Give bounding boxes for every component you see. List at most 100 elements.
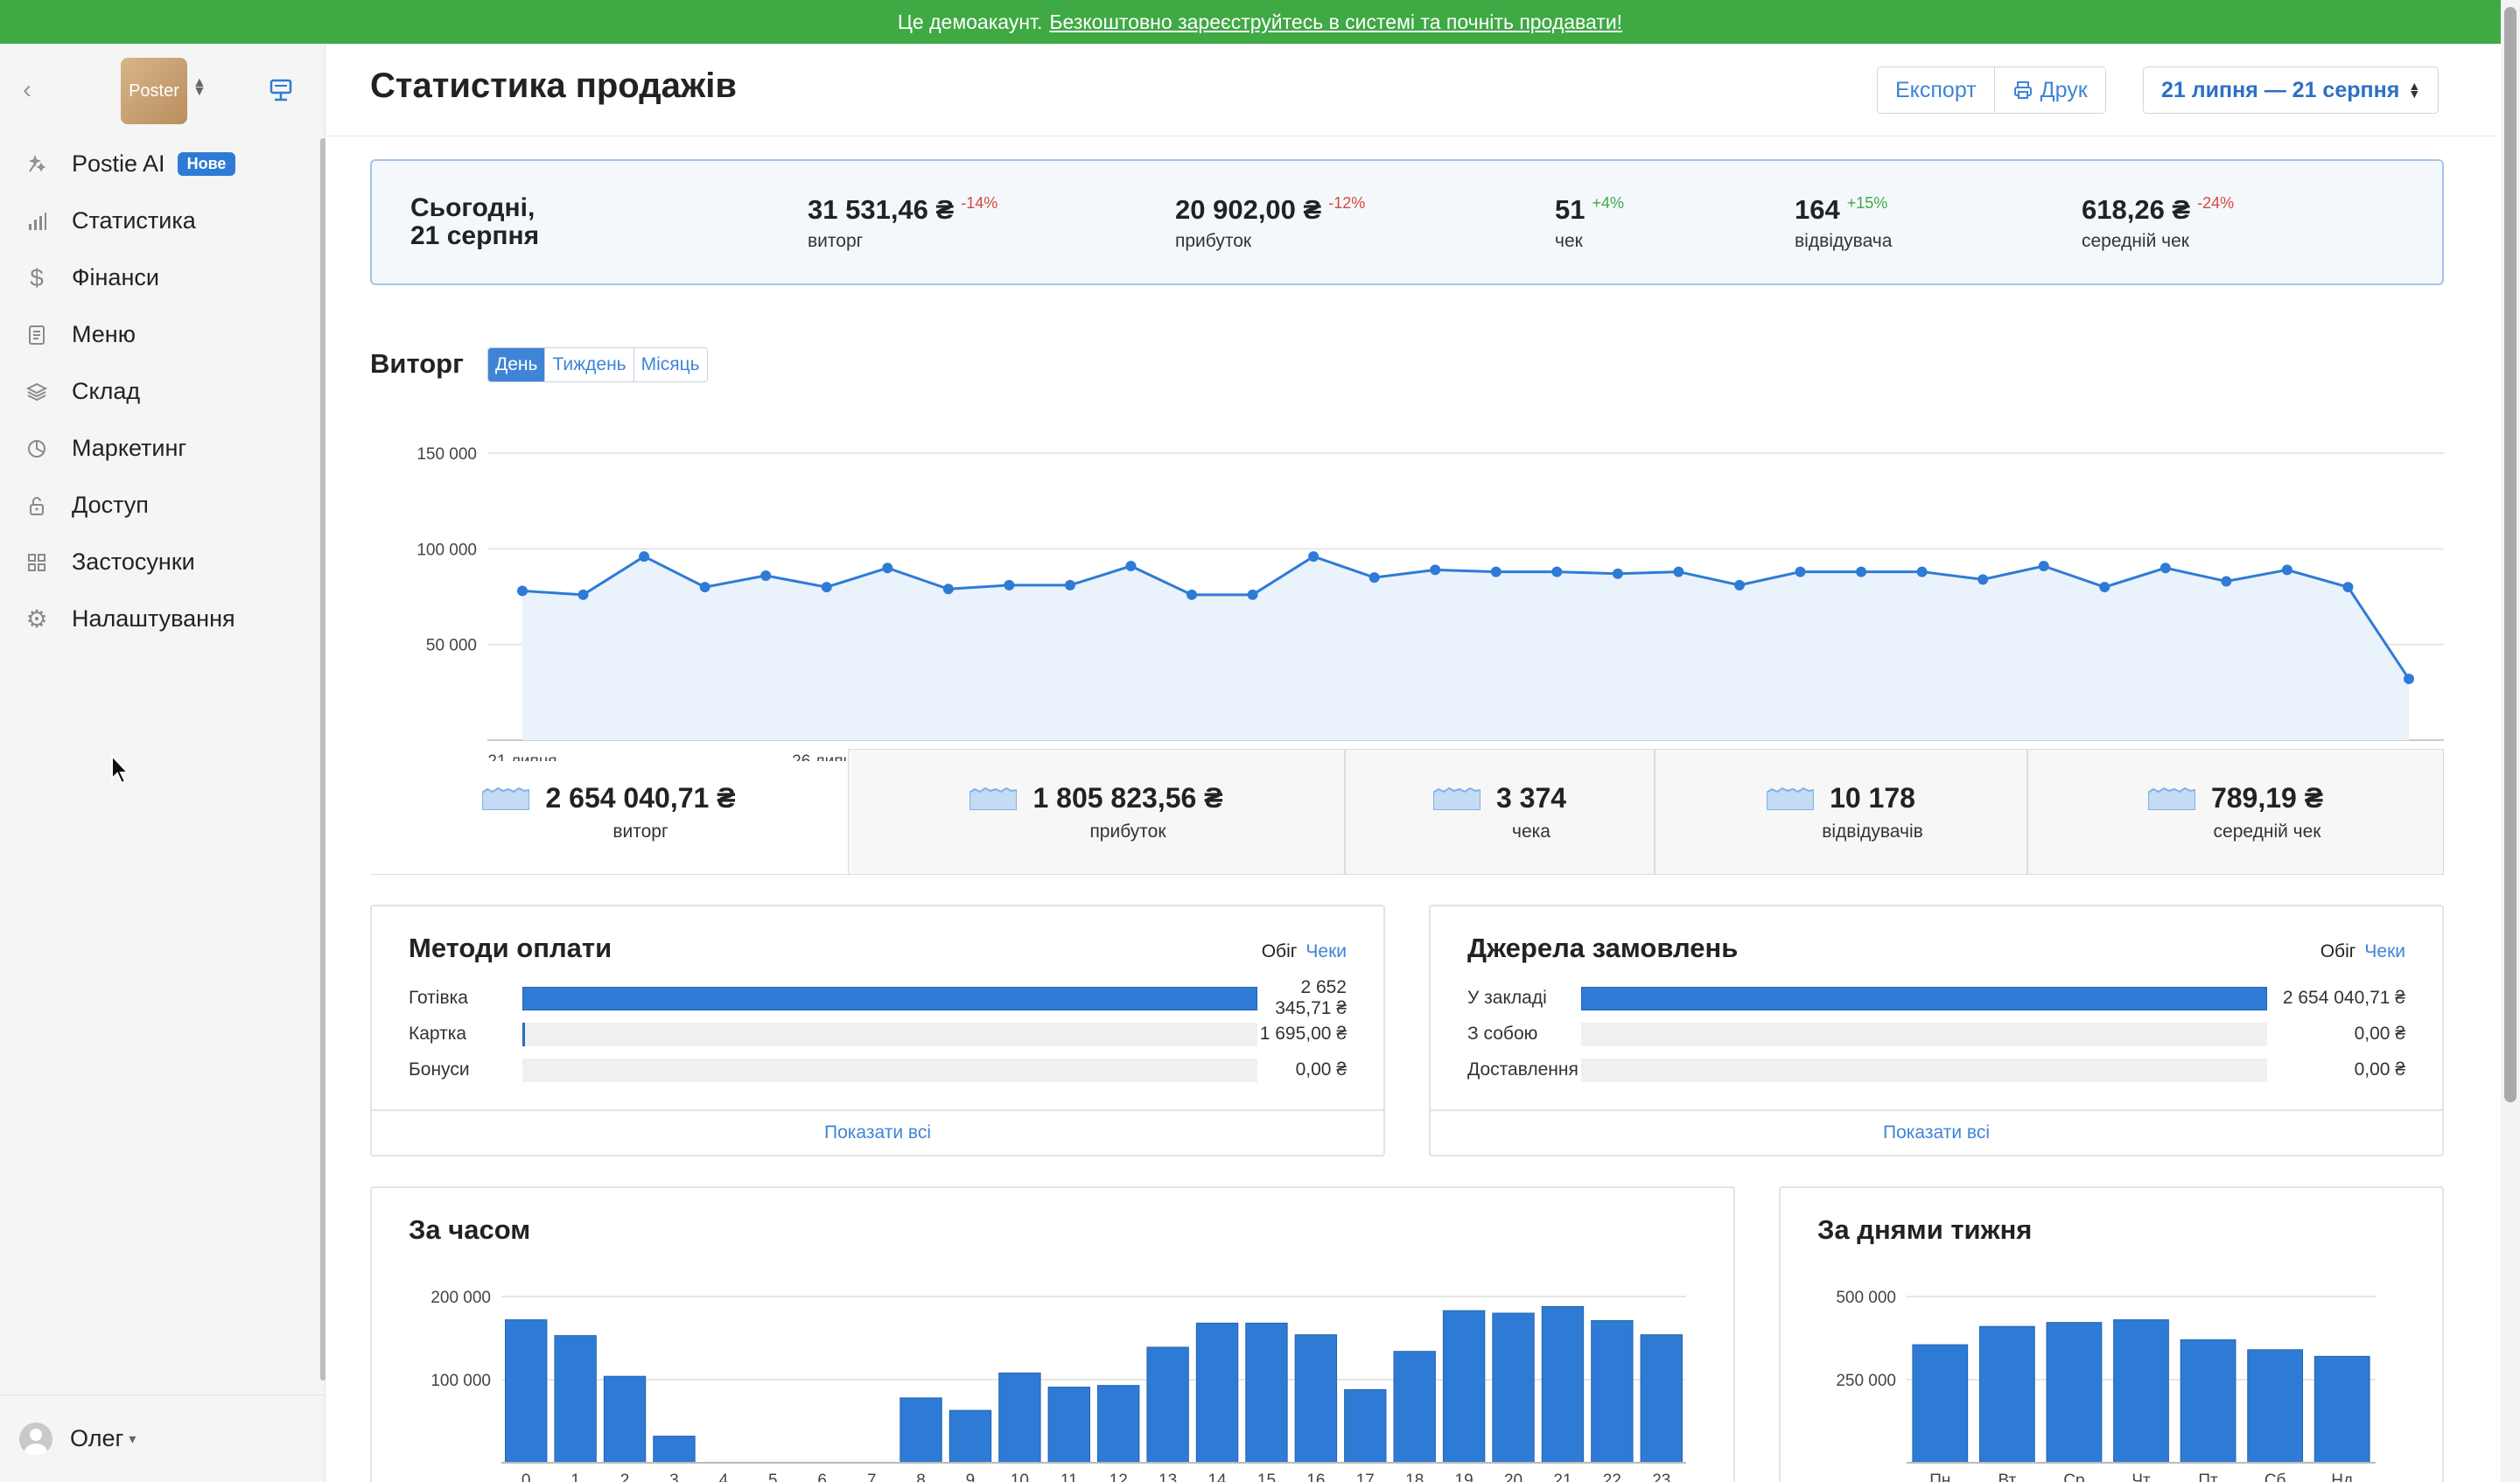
sidebar-item-apps[interactable]: Застосунки <box>0 534 325 591</box>
toggle-checks[interactable]: Чеки <box>1306 941 1347 961</box>
total-checks[interactable]: 3 374 чека <box>1345 749 1655 875</box>
data-point <box>1916 566 1928 577</box>
data-point <box>1612 568 1623 579</box>
bar <box>1640 1334 1683 1464</box>
sparkline-icon <box>1767 786 1815 810</box>
total-value: 3 374 <box>1495 781 1567 814</box>
sparkline-icon <box>1432 786 1480 810</box>
kpi-value: 51 <box>1555 194 1586 225</box>
x-tick-label: Вт <box>1998 1472 2016 1482</box>
bar-chart-icon <box>24 209 49 234</box>
logo-text: Poster <box>129 80 179 101</box>
total-label: прибуток <box>1089 821 1166 842</box>
sidebar-item-menu[interactable]: Меню <box>0 306 325 363</box>
pos-terminal-icon[interactable] <box>268 77 294 103</box>
sidebar-item-warehouse[interactable]: Склад <box>0 363 325 420</box>
x-tick-label: 16 <box>1306 1472 1325 1482</box>
x-tick-label: 21 <box>1553 1472 1572 1482</box>
bar <box>1097 1385 1140 1464</box>
data-point <box>1004 579 1015 591</box>
avatar <box>19 1422 52 1456</box>
total-average-check[interactable]: 789,19 ₴ середній чек <box>2027 749 2444 875</box>
data-point <box>1795 566 1806 577</box>
x-tick-label: 22 <box>1603 1472 1621 1482</box>
print-button[interactable]: Друк <box>1993 67 2105 113</box>
total-label: чека <box>1512 821 1550 842</box>
sort-arrows-icon[interactable]: ▲ ▼ <box>192 76 206 99</box>
main-nav: Postie AI Нове Статистика $ Фінанси Меню… <box>0 136 325 647</box>
sidebar-item-postie-ai[interactable]: Postie AI Нове <box>0 136 325 192</box>
data-point <box>1186 589 1198 600</box>
bar <box>1442 1310 1486 1464</box>
user-menu[interactable]: Олег ▾ <box>0 1395 326 1482</box>
export-button[interactable]: Експорт <box>1878 67 1994 113</box>
bar <box>653 1436 696 1464</box>
revenue-title: Виторг <box>370 348 465 379</box>
x-tick-label: 7 <box>867 1472 877 1482</box>
bar-track <box>522 986 1257 1010</box>
chevron-left-icon[interactable]: ‹ <box>23 75 32 105</box>
tab-day[interactable]: День <box>488 348 545 381</box>
data-point <box>1430 564 1441 576</box>
metric-toggle: Обіг Чеки <box>1262 941 1347 962</box>
date-range-label: 21 липня — 21 серпня <box>2161 77 2400 102</box>
x-tick-label: 13 <box>1158 1472 1177 1482</box>
toggle-checks[interactable]: Чеки <box>2364 941 2405 961</box>
sidebar-item-label: Меню <box>72 321 136 347</box>
bar <box>554 1335 597 1464</box>
bar-value: 0,00 ₴ <box>2354 1024 2405 1044</box>
export-label: Експорт <box>1895 77 1977 102</box>
grid-icon <box>24 550 49 575</box>
x-tick-label: 19 <box>1455 1472 1474 1482</box>
bar-row: Готівка 2 652 345,71 ₴ <box>409 977 1347 1018</box>
bar <box>1541 1305 1585 1464</box>
sidebar-item-access[interactable]: Доступ <box>0 477 325 534</box>
bar <box>1591 1320 1634 1464</box>
data-point <box>2281 564 2292 576</box>
sidebar-item-label: Доступ <box>72 492 149 518</box>
data-point <box>639 551 650 563</box>
x-tick-label: 0 <box>522 1472 531 1482</box>
bar <box>1047 1387 1090 1464</box>
total-revenue[interactable]: 2 654 040,71 ₴ виторг <box>370 749 848 875</box>
total-visitors[interactable]: 10 178 відвідувачів <box>1655 749 2027 875</box>
bar <box>2046 1322 2103 1464</box>
data-point <box>1368 572 1380 584</box>
x-tick-label: 23 <box>1652 1472 1670 1482</box>
x-tick-label: Чт <box>2132 1472 2151 1482</box>
tab-week[interactable]: Тиждень <box>544 348 634 381</box>
scrollbar-thumb[interactable] <box>2504 7 2516 1102</box>
toggle-turnover[interactable]: Обіг <box>2320 941 2356 961</box>
toggle-turnover[interactable]: Обіг <box>1262 941 1298 961</box>
sidebar-item-marketing[interactable]: Маркетинг <box>0 420 325 477</box>
tab-month[interactable]: Місяць <box>633 348 707 381</box>
bar-track <box>1581 986 2267 1010</box>
total-profit[interactable]: 1 805 823,56 ₴ прибуток <box>848 749 1345 875</box>
y-tick-label: 150 000 <box>416 445 477 464</box>
new-badge: Нове <box>177 152 236 176</box>
venue-logo[interactable]: Poster <box>121 58 187 124</box>
page-scrollbar[interactable] <box>2501 0 2520 1482</box>
register-link[interactable]: Безкоштовно зареєструйтесь в системі та … <box>1049 10 1622 34</box>
data-point <box>2038 561 2049 572</box>
show-all-link[interactable]: Показати всі <box>1431 1109 2442 1155</box>
x-tick-label: 18 <box>1405 1472 1424 1482</box>
print-label: Друк <box>2040 77 2088 102</box>
x-tick-label: 1 <box>570 1472 580 1482</box>
total-value: 789,19 ₴ <box>2210 781 2324 814</box>
sidebar-scrollbar[interactable] <box>320 138 326 1381</box>
banner-text: Це демоакаунт. <box>897 10 1043 33</box>
x-tick-label: 17 <box>1356 1472 1375 1482</box>
total-value: 10 178 <box>1830 781 1915 814</box>
totals-row: 2 654 040,71 ₴ виторг 1 805 823,56 ₴ при… <box>370 749 2444 875</box>
sidebar-item-statistics[interactable]: Статистика <box>0 192 325 249</box>
sidebar-item-settings[interactable]: ⚙ Налаштування <box>0 591 325 647</box>
lock-icon <box>24 493 49 518</box>
card-title: За часом <box>409 1214 531 1245</box>
demo-banner: Це демоакаунт. Безкоштовно зареєструйтес… <box>0 0 2520 44</box>
sidebar-item-finance[interactable]: $ Фінанси <box>0 249 325 306</box>
pie-icon <box>24 437 49 461</box>
date-range-picker[interactable]: 21 липня — 21 серпня ▲ ▼ <box>2143 66 2440 114</box>
show-all-link[interactable]: Показати всі <box>372 1109 1383 1155</box>
x-tick-label: 14 <box>1208 1472 1227 1482</box>
